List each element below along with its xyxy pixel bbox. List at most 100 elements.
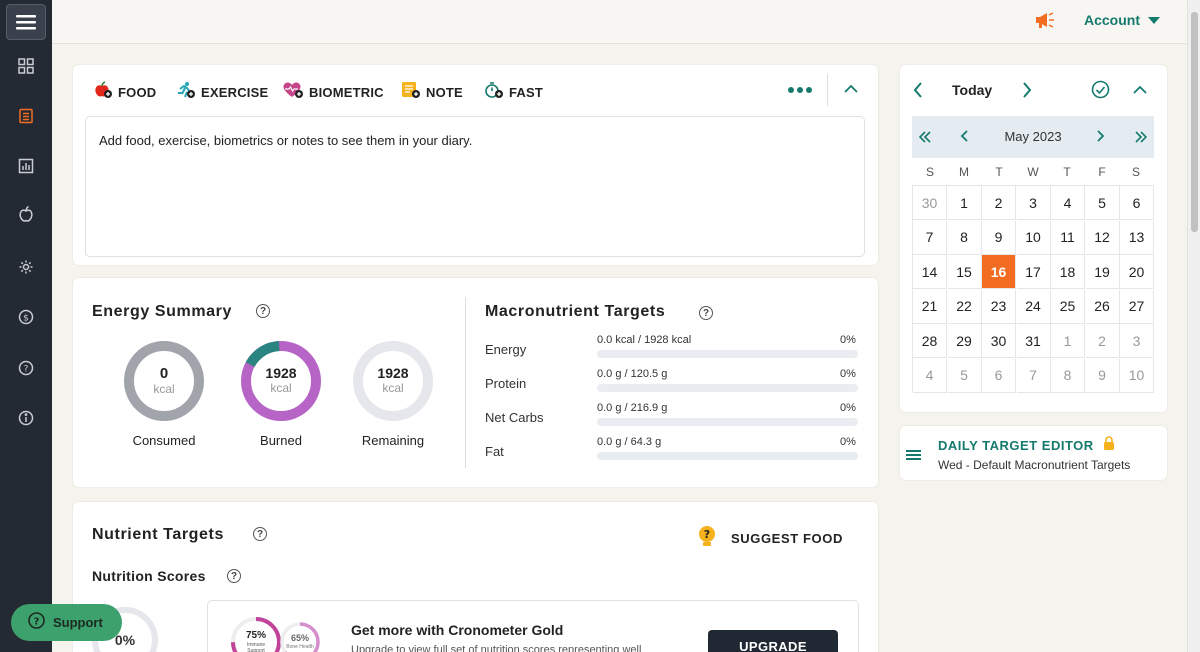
calendar-day[interactable]: 28 bbox=[913, 324, 947, 358]
energy-help-icon[interactable]: ? bbox=[256, 304, 270, 318]
diary-card: FOOD EXERCISE BIOMETRIC NOTE FAST Add fo… bbox=[73, 65, 878, 265]
calendar-day[interactable]: 23 bbox=[982, 289, 1016, 324]
next-day-icon[interactable] bbox=[1021, 81, 1033, 104]
calendar-day[interactable]: 21 bbox=[913, 289, 947, 324]
target-editor-menu-icon[interactable] bbox=[906, 448, 921, 466]
today-label[interactable]: Today bbox=[952, 82, 992, 98]
calendar-day[interactable]: 6 bbox=[1120, 186, 1154, 220]
billing-icon[interactable]: $ bbox=[6, 299, 46, 335]
suggest-food-button[interactable]: ? SUGGEST FOOD bbox=[697, 525, 843, 552]
calendar-day[interactable]: 12 bbox=[1085, 220, 1120, 255]
collapse-chevron-icon[interactable] bbox=[843, 82, 859, 101]
support-button[interactable]: ? Support bbox=[11, 604, 122, 641]
calendar-day[interactable]: 30 bbox=[913, 186, 947, 220]
calendar-day[interactable]: 4 bbox=[1051, 186, 1085, 220]
calendar-day[interactable]: 18 bbox=[1051, 255, 1085, 289]
add-food-button[interactable]: FOOD bbox=[93, 81, 156, 104]
calendar-day[interactable]: 10 bbox=[1120, 358, 1154, 393]
calendar-day[interactable]: 9 bbox=[1085, 358, 1120, 393]
menu-icon[interactable] bbox=[6, 4, 46, 40]
trends-icon[interactable] bbox=[6, 148, 46, 184]
remaining-label: Remaining bbox=[361, 433, 425, 448]
calendar-day[interactable]: 8 bbox=[1051, 358, 1085, 393]
scrollbar[interactable] bbox=[1187, 0, 1200, 652]
calendar-day[interactable]: 25 bbox=[1051, 289, 1085, 324]
calendar-day[interactable]: 2 bbox=[1085, 324, 1120, 358]
nutrient-help-icon[interactable]: ? bbox=[253, 527, 267, 541]
nutrition-scores-title: Nutrition Scores bbox=[92, 568, 206, 584]
calendar-day[interactable]: 3 bbox=[1120, 324, 1154, 358]
svg-text:?: ? bbox=[704, 528, 710, 541]
calendar-day[interactable]: 29 bbox=[947, 324, 982, 358]
upgrade-button[interactable]: UPGRADE bbox=[708, 630, 838, 652]
announcement-icon[interactable] bbox=[1033, 11, 1057, 34]
calendar-day[interactable]: 11 bbox=[1051, 220, 1085, 255]
settings-icon[interactable] bbox=[6, 249, 46, 285]
fast-label: FAST bbox=[509, 85, 544, 100]
add-note-button[interactable]: NOTE bbox=[401, 81, 463, 104]
target-editor-title[interactable]: DAILY TARGET EDITOR bbox=[938, 438, 1094, 453]
calendar-day[interactable]: 20 bbox=[1120, 255, 1154, 289]
account-label: Account bbox=[1084, 12, 1140, 28]
macro-percent: 0% bbox=[840, 402, 856, 414]
add-exercise-button[interactable]: EXERCISE bbox=[176, 81, 268, 104]
note-icon bbox=[401, 81, 421, 104]
calendar-day[interactable]: 24 bbox=[1016, 289, 1051, 324]
add-fast-button[interactable]: FAST bbox=[484, 81, 543, 104]
foods-icon[interactable] bbox=[6, 196, 46, 232]
remaining-value: 1928 kcal bbox=[377, 365, 409, 395]
lightbulb-icon: ? bbox=[697, 525, 717, 552]
calendar-day[interactable]: 1 bbox=[947, 186, 982, 220]
diary-icon[interactable] bbox=[6, 98, 46, 134]
calendar-day[interactable]: 30 bbox=[982, 324, 1016, 358]
prev-month-icon[interactable] bbox=[960, 129, 970, 148]
calendar-day[interactable]: 7 bbox=[913, 220, 947, 255]
divider bbox=[827, 74, 828, 106]
day-complete-icon[interactable] bbox=[1091, 80, 1110, 104]
scrollbar-thumb[interactable] bbox=[1191, 12, 1198, 232]
more-options-icon[interactable] bbox=[788, 87, 812, 93]
calendar-day[interactable]: 17 bbox=[1016, 255, 1051, 289]
calendar-day[interactable]: 8 bbox=[947, 220, 982, 255]
calendar-day[interactable]: 19 bbox=[1085, 255, 1120, 289]
svg-text:?: ? bbox=[24, 365, 29, 375]
macro-value: 0.0 kcal / 1928 kcal bbox=[597, 334, 692, 346]
calendar-day[interactable]: 27 bbox=[1120, 289, 1154, 324]
calendar-day[interactable]: 16 bbox=[982, 255, 1016, 289]
macro-progress-bar bbox=[597, 452, 858, 460]
suggest-food-label: SUGGEST FOOD bbox=[731, 531, 843, 546]
calendar-day[interactable]: 22 bbox=[947, 289, 982, 324]
calendar-day[interactable]: 5 bbox=[1085, 186, 1120, 220]
calendar-day[interactable]: 15 bbox=[947, 255, 982, 289]
macros-help-icon[interactable]: ? bbox=[699, 306, 713, 320]
calendar-collapse-icon[interactable] bbox=[1132, 83, 1148, 102]
calendar-day[interactable]: 3 bbox=[1016, 186, 1051, 220]
calendar-day[interactable]: 2 bbox=[982, 186, 1016, 220]
promo-body: Upgrade to view full set of nutrition sc… bbox=[351, 644, 642, 652]
prev-year-icon[interactable] bbox=[918, 130, 932, 149]
calendar-day[interactable]: 13 bbox=[1120, 220, 1154, 255]
info-icon[interactable] bbox=[6, 400, 46, 436]
calendar-day[interactable]: 7 bbox=[1016, 358, 1051, 393]
calendar-day[interactable]: 6 bbox=[982, 358, 1016, 393]
calendar-day[interactable]: 14 bbox=[913, 255, 947, 289]
calendar-day[interactable]: 1 bbox=[1051, 324, 1085, 358]
scores-help-icon[interactable]: ? bbox=[227, 569, 241, 583]
calendar-day[interactable]: 5 bbox=[947, 358, 982, 393]
dashboard-icon[interactable] bbox=[6, 48, 46, 84]
promo-ring-immune-pct: 75% bbox=[245, 630, 266, 641]
calendar-day[interactable]: 26 bbox=[1085, 289, 1120, 324]
calendar-day[interactable]: 31 bbox=[1016, 324, 1051, 358]
burned-value: 1928 kcal bbox=[265, 365, 297, 395]
calendar-day[interactable]: 10 bbox=[1016, 220, 1051, 255]
calendar-day[interactable]: 4 bbox=[913, 358, 947, 393]
help-icon[interactable]: ? bbox=[6, 350, 46, 386]
account-menu[interactable]: Account bbox=[1084, 12, 1160, 28]
prev-day-icon[interactable] bbox=[912, 81, 924, 104]
next-year-icon[interactable] bbox=[1134, 130, 1148, 149]
add-biometric-button[interactable]: BIOMETRIC bbox=[282, 81, 384, 104]
consumed-value: 0 kcal bbox=[153, 365, 175, 396]
calendar-day[interactable]: 9 bbox=[982, 220, 1016, 255]
svg-text:$: $ bbox=[23, 314, 29, 324]
next-month-icon[interactable] bbox=[1095, 129, 1105, 148]
